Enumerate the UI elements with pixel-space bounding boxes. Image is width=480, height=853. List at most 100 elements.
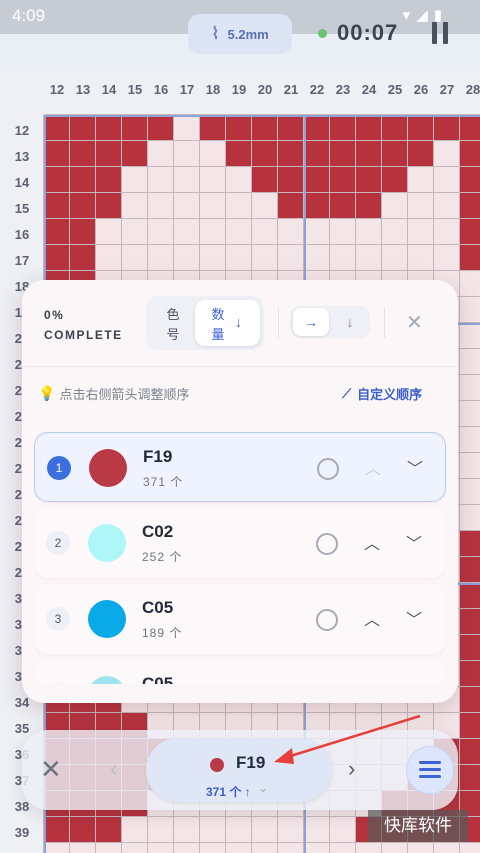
bead-cell[interactable] bbox=[44, 817, 69, 842]
current-count-text: 371 个 bbox=[206, 785, 242, 799]
color-list-item[interactable]: 4 C05 ︿ ﹀ bbox=[34, 660, 446, 684]
mark-complete-checkbox[interactable] bbox=[316, 533, 338, 555]
bead-cell[interactable] bbox=[330, 167, 355, 192]
bead-cell[interactable] bbox=[460, 141, 480, 166]
bead-cell[interactable] bbox=[460, 713, 480, 738]
bead-cell[interactable] bbox=[252, 141, 277, 166]
mark-complete-checkbox[interactable] bbox=[317, 458, 339, 480]
move-down-button[interactable]: ﹀ bbox=[406, 606, 422, 630]
bead-cell[interactable] bbox=[278, 141, 303, 166]
sort-quantity-line1: 数 bbox=[211, 307, 225, 322]
bead-cell[interactable] bbox=[356, 193, 381, 218]
bead-cell[interactable] bbox=[44, 219, 69, 244]
bead-size-button[interactable]: ⌇ 5.2mm bbox=[188, 14, 292, 54]
bead-cell[interactable] bbox=[330, 141, 355, 166]
move-up-button[interactable]: ︿ bbox=[365, 455, 381, 479]
color-swatch bbox=[88, 676, 126, 684]
bead-cell[interactable] bbox=[96, 167, 121, 192]
bead-cell[interactable] bbox=[434, 115, 459, 140]
previous-color-button[interactable]: ‹ bbox=[110, 756, 117, 782]
bead-cell[interactable] bbox=[460, 167, 480, 192]
bead-cell[interactable] bbox=[200, 115, 225, 140]
color-list-item[interactable]: 2 C02 252 个 ︿ ﹀ bbox=[34, 508, 446, 578]
bead-cell[interactable] bbox=[460, 609, 480, 634]
bead-cell[interactable] bbox=[70, 167, 95, 192]
row-number: 12 bbox=[14, 123, 30, 138]
mark-complete-checkbox[interactable] bbox=[316, 609, 338, 631]
bead-cell[interactable] bbox=[460, 115, 480, 140]
bead-cell[interactable] bbox=[408, 141, 433, 166]
direction-right-button[interactable]: → bbox=[293, 308, 329, 336]
bead-cell[interactable] bbox=[226, 141, 251, 166]
bead-cell[interactable] bbox=[44, 141, 69, 166]
move-up-button[interactable]: ︿ bbox=[364, 682, 380, 684]
bead-size-label: 5.2mm bbox=[227, 26, 269, 42]
bead-cell[interactable] bbox=[460, 245, 480, 270]
move-up-button[interactable]: ︿ bbox=[364, 606, 380, 630]
bead-cell[interactable] bbox=[96, 193, 121, 218]
bead-cell[interactable] bbox=[382, 167, 407, 192]
bead-cell[interactable] bbox=[70, 245, 95, 270]
list-icon-bar bbox=[419, 775, 441, 778]
color-count: 189 个 bbox=[142, 626, 183, 640]
move-down-button[interactable]: ﹀ bbox=[407, 455, 423, 479]
bead-cell[interactable] bbox=[44, 115, 69, 140]
bead-cell[interactable] bbox=[70, 115, 95, 140]
bead-cell[interactable] bbox=[460, 635, 480, 660]
bead-cell[interactable] bbox=[382, 141, 407, 166]
bead-cell[interactable] bbox=[96, 115, 121, 140]
bead-cell[interactable] bbox=[278, 115, 303, 140]
row-number: 17 bbox=[14, 253, 30, 268]
bead-cell[interactable] bbox=[460, 193, 480, 218]
bead-cell[interactable] bbox=[122, 115, 147, 140]
bead-cell[interactable] bbox=[304, 167, 329, 192]
column-number: 20 bbox=[257, 82, 273, 97]
bead-cell[interactable] bbox=[460, 531, 480, 556]
direction-down-button[interactable]: ↓ bbox=[332, 308, 368, 336]
bead-cell[interactable] bbox=[70, 817, 95, 842]
bead-cell[interactable] bbox=[460, 557, 480, 582]
custom-order-button[interactable]: ⟋ 自定义顺序 bbox=[342, 384, 422, 403]
bead-cell[interactable] bbox=[356, 115, 381, 140]
bead-cell[interactable] bbox=[96, 141, 121, 166]
bead-cell[interactable] bbox=[278, 193, 303, 218]
bead-cell[interactable] bbox=[252, 115, 277, 140]
bead-cell[interactable] bbox=[122, 141, 147, 166]
bead-cell[interactable] bbox=[460, 583, 480, 608]
bead-cell[interactable] bbox=[382, 115, 407, 140]
current-color-code: F19 bbox=[236, 753, 266, 772]
bead-cell[interactable] bbox=[304, 115, 329, 140]
color-list-item[interactable]: 1 F19 371 个 ︿ ﹀ bbox=[34, 432, 446, 502]
bead-cell[interactable] bbox=[70, 219, 95, 244]
move-down-button[interactable]: ﹀ bbox=[406, 530, 422, 554]
bead-cell[interactable] bbox=[356, 167, 381, 192]
sort-by-quantity-button[interactable]: 数 量 ↓ bbox=[195, 300, 260, 346]
bead-cell[interactable] bbox=[460, 739, 480, 764]
bead-cell[interactable] bbox=[460, 661, 480, 686]
bead-cell[interactable] bbox=[460, 687, 480, 712]
color-list-item[interactable]: 3 C05 189 个 ︿ ﹀ bbox=[34, 584, 446, 654]
close-button[interactable]: ✕ bbox=[40, 754, 62, 785]
bead-cell[interactable] bbox=[278, 167, 303, 192]
bead-cell[interactable] bbox=[44, 193, 69, 218]
bead-cell[interactable] bbox=[304, 193, 329, 218]
bead-cell[interactable] bbox=[96, 817, 121, 842]
pause-button[interactable] bbox=[432, 22, 450, 46]
move-up-button[interactable]: ︿ bbox=[364, 530, 380, 554]
bead-cell[interactable] bbox=[460, 765, 480, 790]
bead-cell[interactable] bbox=[44, 167, 69, 192]
close-panel-button[interactable]: ✕ bbox=[406, 310, 423, 335]
bead-cell[interactable] bbox=[252, 167, 277, 192]
bead-cell[interactable] bbox=[330, 193, 355, 218]
bead-cell[interactable] bbox=[44, 245, 69, 270]
bead-cell[interactable] bbox=[70, 193, 95, 218]
bead-cell[interactable] bbox=[356, 141, 381, 166]
bead-cell[interactable] bbox=[70, 141, 95, 166]
bead-cell[interactable] bbox=[304, 141, 329, 166]
move-down-button[interactable]: ﹀ bbox=[406, 682, 422, 684]
bead-cell[interactable] bbox=[148, 115, 173, 140]
bead-cell[interactable] bbox=[408, 115, 433, 140]
bead-cell[interactable] bbox=[330, 115, 355, 140]
bead-cell[interactable] bbox=[460, 219, 480, 244]
bead-cell[interactable] bbox=[226, 115, 251, 140]
